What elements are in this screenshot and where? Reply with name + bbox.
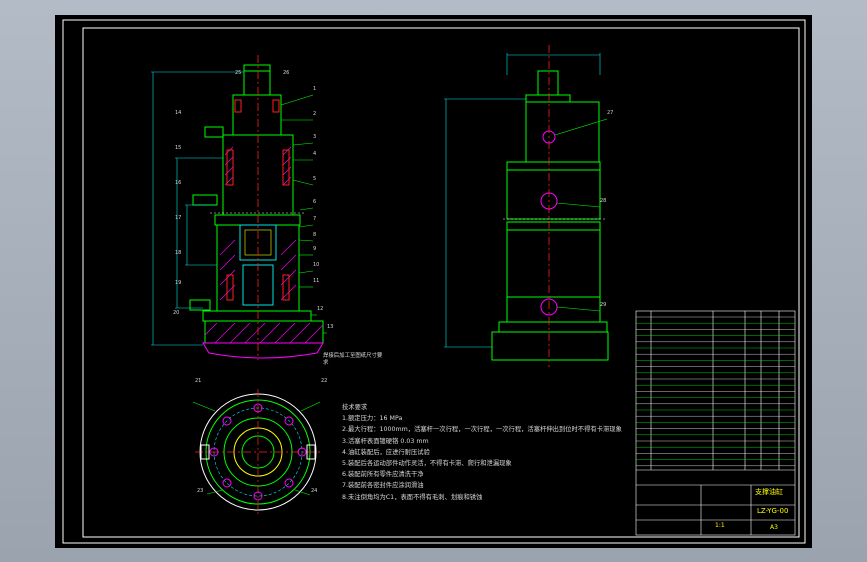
left-view-callout: 6: [313, 199, 317, 205]
left-view-callout: 18: [175, 250, 182, 256]
title-block: [635, 310, 796, 536]
cad-viewport[interactable]: 1 2 3 4 5 6 7 8 9 10 11 12 13 14 15 16 17 18 19 20 21 22 23 24 2…: [0, 0, 867, 562]
left-view-callout: 12: [317, 306, 324, 312]
drawing-title: 支撑油缸: [755, 488, 783, 496]
tech-req-item: 5.装配后各运动部件动作灵活，不得有卡滞、爬行和泄漏现象: [342, 459, 512, 467]
technical-requirements: 技术要求 1.额定压力：16 MPa 2.最大行程：1000mm，活塞杆一次行程…: [342, 402, 622, 503]
left-view-callout: 17: [175, 215, 182, 221]
right-view-callout: 27: [607, 110, 614, 116]
tech-req-item: 3.活塞杆表面镀硬铬 0.03 mm: [342, 437, 429, 445]
weld-note-text: 焊接后加工至图纸尺寸要求: [323, 353, 383, 366]
tech-req-heading: 技术要求: [342, 404, 368, 411]
left-view-callout: 8: [313, 232, 317, 238]
left-view-callout: 15: [175, 145, 182, 151]
left-view-callout: 19: [175, 280, 182, 286]
left-view-callout: 10: [313, 262, 320, 268]
weld-note: 焊接后加工至图纸尺寸要求: [323, 353, 383, 367]
sheet-size: A3: [770, 524, 778, 531]
drawing-sheet[interactable]: 1 2 3 4 5 6 7 8 9 10 11 12 13 14 15 16 17 18 19 20 21 22 23 24 2…: [55, 15, 812, 548]
left-view-callout: 22: [321, 378, 328, 384]
left-view-callout: 16: [175, 180, 182, 186]
drawing-scale: 1:1: [715, 522, 725, 529]
left-view-callout: 26: [283, 70, 290, 76]
tech-req-item: 1.额定压力：16 MPa: [342, 415, 403, 423]
tech-req-item: 2.最大行程：1000mm，活塞杆一次行程，一次行程，一次行程，活塞杆伸出到位时…: [342, 426, 622, 434]
right-view-callout: 29: [600, 302, 607, 308]
left-view-callout: 9: [313, 246, 317, 252]
left-view-callout: 2: [313, 111, 317, 117]
left-view-callout: 3: [313, 134, 317, 140]
elevation-view-right: [444, 45, 609, 367]
tech-req-item: 6.装配前所有零件应清洗干净: [342, 471, 424, 479]
left-view-callout: 11: [313, 278, 320, 284]
left-view-callout: 20: [173, 310, 180, 316]
left-view-callout: 13: [327, 324, 334, 330]
bom-table: [636, 316, 795, 466]
left-view-callout: 1: [313, 86, 317, 92]
plan-view-bottom: [192, 389, 321, 515]
tech-req-item: 7.装配前各密封件应涂润滑油: [342, 482, 424, 490]
tech-req-item: 4.油缸装配后，应进行耐压试验: [342, 448, 430, 456]
left-view-callout: 21: [195, 378, 202, 384]
left-view-callout: 7: [313, 216, 317, 222]
left-view-callout: 23: [197, 488, 204, 494]
left-view-callout: 14: [175, 110, 182, 116]
left-view-callout: 24: [311, 488, 318, 494]
right-view-callout: 28: [600, 198, 607, 204]
left-view-callout: 25: [235, 70, 242, 76]
drawing-number: LZ-YG-00: [757, 507, 789, 515]
tech-req-item: 8.未注倒角均为C1，表面不得有毛刺、划痕和锈蚀: [342, 493, 483, 501]
left-view-callout: 5: [313, 176, 317, 182]
left-view-callout: 4: [313, 151, 317, 157]
